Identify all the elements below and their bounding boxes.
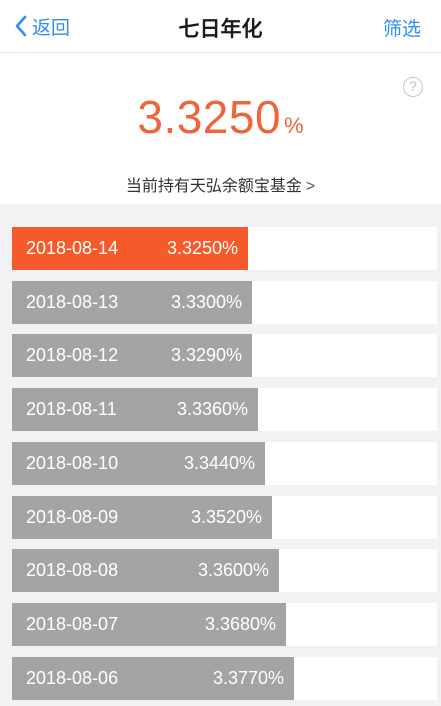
history-date: 2018-08-08 [26, 560, 119, 581]
history-rate: 3.3360% [176, 399, 248, 420]
page-title: 七日年化 [178, 18, 263, 41]
history-date: 2018-08-14 [26, 238, 119, 258]
history-row[interactable]: 2018-08-06 3.3770% [12, 656, 437, 700]
history-date: 2018-08-11 [26, 399, 117, 420]
nav-bar: 返回 七日年化 筛选 [0, 0, 441, 53]
history-date: 2018-08-06 [26, 667, 119, 688]
holding-fund-link[interactable]: 当前持有天弘余额宝基金 > [0, 172, 441, 196]
history-rate: 3.3290% [170, 345, 242, 366]
filter-button[interactable]: 筛选 [383, 14, 421, 41]
history-row[interactable]: 2018-08-14 3.3250% [12, 227, 437, 270]
history-row[interactable]: 2018-08-13 3.3300% [12, 280, 437, 324]
history-rate: 3.3600% [197, 560, 269, 581]
current-rate-unit: % [284, 113, 304, 138]
history-row[interactable]: 2018-08-08 3.3600% [12, 549, 437, 593]
history-row[interactable]: 2018-08-07 3.3680% [12, 602, 437, 646]
history-date: 2018-08-10 [26, 452, 119, 473]
history-rate: 3.3520% [190, 506, 262, 527]
history-date: 2018-08-13 [26, 291, 119, 312]
history-rate: 3.3680% [204, 613, 276, 634]
history-date: 2018-08-09 [26, 506, 119, 527]
chevron-right-icon: > [305, 178, 316, 195]
history-row[interactable]: 2018-08-10 3.3440% [12, 441, 437, 485]
rate-summary: ? 3.3250% 当前持有天弘余额宝基金 > [0, 53, 441, 204]
history-date: 2018-08-12 [26, 345, 119, 366]
history-rate: 3.3250% [166, 238, 238, 258]
current-rate: 3.3250% [0, 90, 441, 144]
holding-fund-label: 当前持有天弘余额宝基金 [125, 178, 302, 195]
history-row[interactable]: 2018-08-11 3.3360% [12, 388, 437, 432]
history-rate: 3.3770% [212, 667, 284, 688]
current-rate-value: 3.3250 [137, 91, 282, 143]
history-rate: 3.3440% [183, 452, 255, 473]
history-rate: 3.3300% [170, 291, 242, 312]
history-row[interactable]: 2018-08-09 3.3520% [12, 495, 437, 539]
history-row[interactable]: 2018-08-12 3.3290% [12, 334, 437, 378]
history-date: 2018-08-07 [26, 613, 119, 634]
